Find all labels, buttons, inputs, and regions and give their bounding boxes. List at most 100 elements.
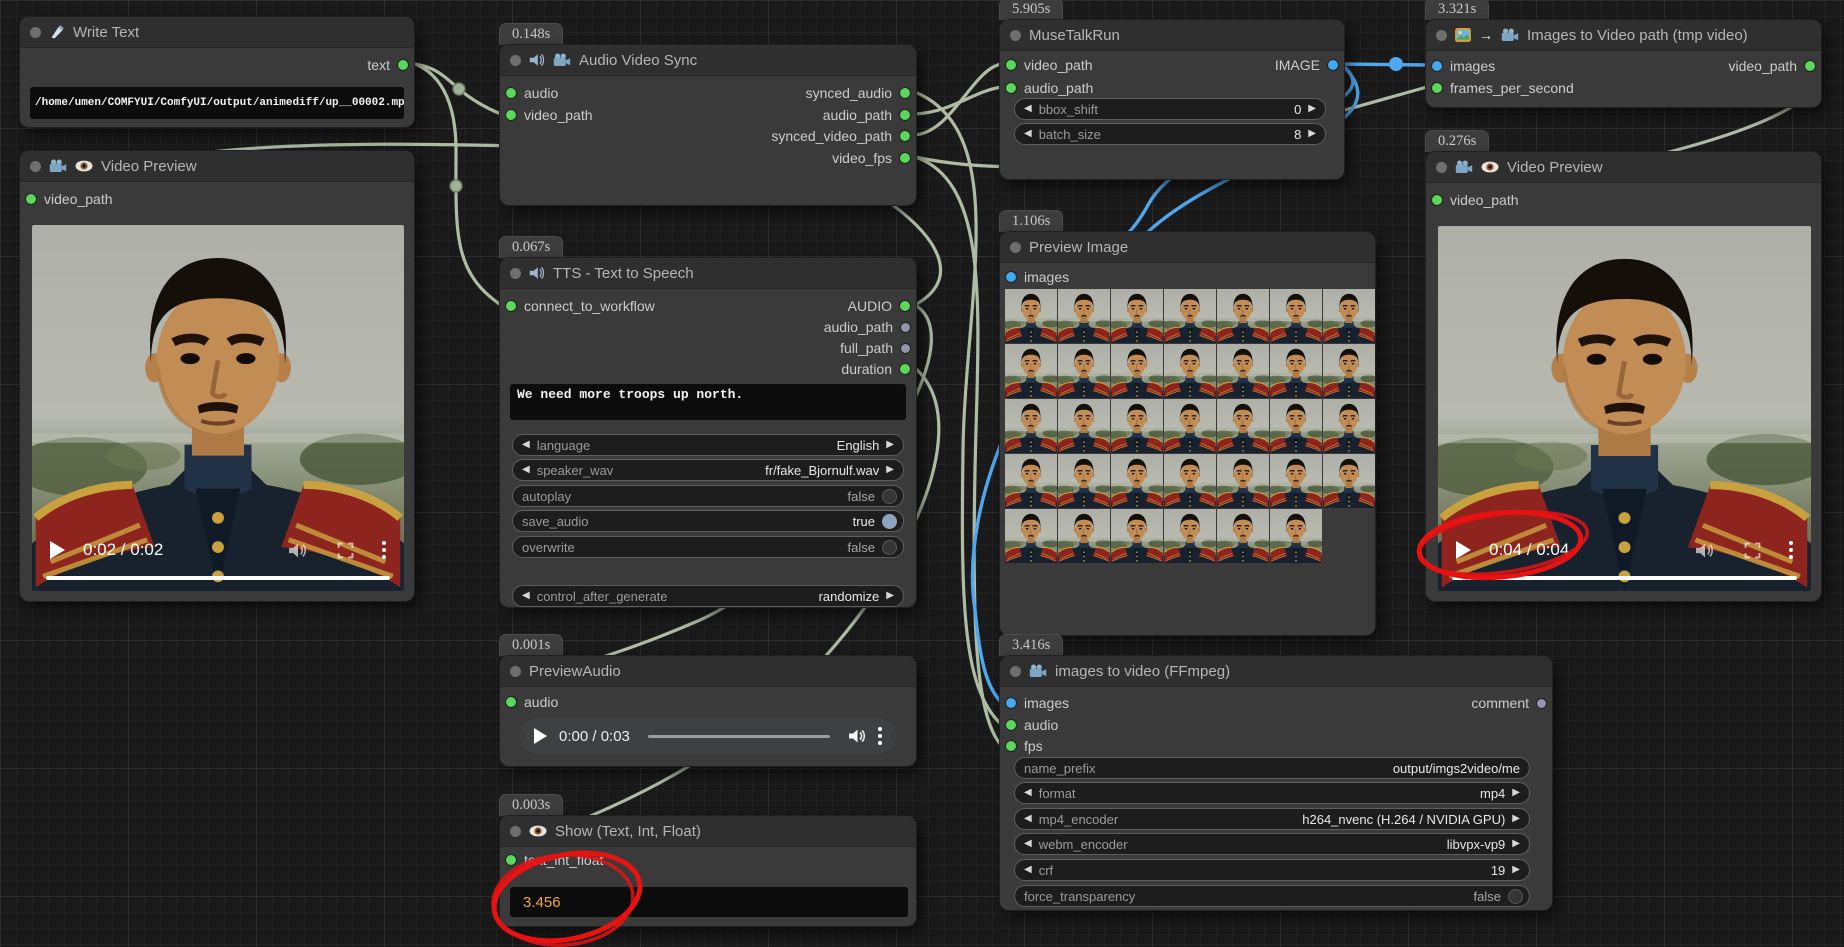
node-header[interactable]: → Images to Video path (tmp video) xyxy=(1426,20,1821,51)
node-write-text[interactable]: Write Text text /home/umen/COMFYUI/Comfy… xyxy=(19,16,415,128)
tts-text-widget[interactable]: We need more troops up north. xyxy=(510,384,906,420)
node-header[interactable]: Show (Text, Int, Float) xyxy=(500,816,916,847)
node-graph-canvas[interactable]: Write Text text /home/umen/COMFYUI/Comfy… xyxy=(0,0,1844,947)
node-video-preview-right[interactable]: Video Preview video_path 0:04 / 0:04 xyxy=(1425,151,1822,602)
video-player[interactable]: 0:04 / 0:04 xyxy=(1438,226,1811,591)
decrement-arrow-icon[interactable]: ◀ xyxy=(522,591,530,601)
toggle-off-icon[interactable] xyxy=(1508,889,1523,904)
widget-name-prefix[interactable]: name_prefix output/imgs2video/me xyxy=(1014,757,1530,779)
volume-icon[interactable] xyxy=(1695,542,1714,559)
output-slot-audio[interactable]: AUDIO xyxy=(848,296,910,316)
node-audio-video-sync[interactable]: Audio Video Sync audio video_path synced… xyxy=(499,44,917,206)
node-header[interactable]: images to video (FFmpeg) xyxy=(1000,656,1552,687)
input-dot[interactable] xyxy=(1006,60,1016,70)
collapse-dot[interactable] xyxy=(1010,30,1021,41)
node-header[interactable]: TTS - Text to Speech xyxy=(500,258,916,289)
input-slot-video-path[interactable]: video_path xyxy=(26,189,113,209)
output-dot[interactable] xyxy=(901,323,910,332)
text-widget[interactable]: /home/umen/COMFYUI/ComfyUI/output/animed… xyxy=(30,87,404,119)
input-slot-images[interactable]: images xyxy=(1432,56,1495,76)
input-dot[interactable] xyxy=(506,697,516,707)
increment-arrow-icon[interactable]: ▶ xyxy=(1512,839,1520,849)
widget-language[interactable]: ◀ language English ▶ xyxy=(512,434,904,456)
decrement-arrow-icon[interactable]: ◀ xyxy=(1024,104,1032,114)
widget-autoplay[interactable]: autoplay false xyxy=(512,485,904,507)
node-images-to-video-ffmpeg[interactable]: images to video (FFmpeg) images audio fp… xyxy=(999,655,1553,911)
input-dot[interactable] xyxy=(506,855,516,865)
input-dot[interactable] xyxy=(506,88,516,98)
output-slot-video-fps[interactable]: video_fps xyxy=(832,148,910,168)
node-header[interactable]: MuseTalkRun xyxy=(1000,20,1344,51)
decrement-arrow-icon[interactable]: ◀ xyxy=(1024,788,1032,798)
output-slot-full-path[interactable]: full_path xyxy=(840,338,910,358)
input-slot-frames-per-second[interactable]: frames_per_second xyxy=(1432,78,1574,98)
input-dot[interactable] xyxy=(1006,720,1016,730)
node-header[interactable]: Audio Video Sync xyxy=(500,45,916,76)
output-slot-video-path[interactable]: video_path xyxy=(1728,56,1815,76)
increment-arrow-icon[interactable]: ▶ xyxy=(886,465,894,475)
toggle-off-icon[interactable] xyxy=(882,540,897,555)
more-options-icon[interactable] xyxy=(382,541,386,559)
output-slot-duration[interactable]: duration xyxy=(841,359,910,379)
input-slot-video-path[interactable]: video_path xyxy=(506,105,593,125)
volume-icon[interactable] xyxy=(848,728,866,744)
input-slot-fps[interactable]: fps xyxy=(1006,736,1043,756)
input-slot-audio[interactable]: audio xyxy=(506,692,558,712)
increment-arrow-icon[interactable]: ▶ xyxy=(1512,814,1520,824)
output-dot[interactable] xyxy=(398,60,408,70)
decrement-arrow-icon[interactable]: ◀ xyxy=(522,440,530,450)
input-slot-connect-to-workflow[interactable]: connect_to_workflow xyxy=(506,296,655,316)
output-dot[interactable] xyxy=(900,110,910,120)
play-icon[interactable] xyxy=(50,541,65,559)
collapse-dot[interactable] xyxy=(510,666,521,677)
input-slot-audio[interactable]: audio xyxy=(1006,715,1058,735)
collapse-dot[interactable] xyxy=(30,161,41,172)
collapse-dot[interactable] xyxy=(30,27,41,38)
output-slot-synced-audio[interactable]: synced_audio xyxy=(806,83,910,103)
collapse-dot[interactable] xyxy=(510,826,521,837)
node-preview-image[interactable]: Preview Image images xyxy=(999,231,1376,636)
audio-player[interactable]: 0:00 / 0:03 xyxy=(520,718,896,754)
fullscreen-icon[interactable] xyxy=(337,542,354,559)
increment-arrow-icon[interactable]: ▶ xyxy=(886,591,894,601)
increment-arrow-icon[interactable]: ▶ xyxy=(886,440,894,450)
input-slot-images[interactable]: images xyxy=(1006,267,1069,287)
node-header[interactable]: Write Text xyxy=(20,17,414,48)
decrement-arrow-icon[interactable]: ◀ xyxy=(1024,814,1032,824)
widget-control-after-generate[interactable]: ◀ control_after_generate randomize ▶ xyxy=(512,585,904,607)
input-slot-video-path[interactable]: video_path xyxy=(1006,55,1093,75)
output-dot[interactable] xyxy=(1328,60,1338,70)
output-slot-audio-path[interactable]: audio_path xyxy=(824,317,910,337)
collapse-dot[interactable] xyxy=(1436,30,1447,41)
video-progress-bar[interactable] xyxy=(46,576,390,580)
node-tts[interactable]: TTS - Text to Speech connect_to_workflow… xyxy=(499,257,917,608)
fullscreen-icon[interactable] xyxy=(1744,542,1761,559)
output-slot-image[interactable]: IMAGE xyxy=(1275,55,1338,75)
play-icon[interactable] xyxy=(534,728,547,744)
node-show-text-int-float[interactable]: Show (Text, Int, Float) text_int_float 3… xyxy=(499,815,917,927)
input-slot-video-path[interactable]: video_path xyxy=(1432,190,1519,210)
increment-arrow-icon[interactable]: ▶ xyxy=(1308,129,1316,139)
toggle-off-icon[interactable] xyxy=(882,489,897,504)
output-dot[interactable] xyxy=(900,153,910,163)
collapse-dot[interactable] xyxy=(1010,666,1021,677)
input-slot-text-int-float[interactable]: text_int_float xyxy=(506,850,603,870)
node-images-to-video-path[interactable]: → Images to Video path (tmp video) image… xyxy=(1425,19,1822,108)
increment-arrow-icon[interactable]: ▶ xyxy=(1308,104,1316,114)
collapse-dot[interactable] xyxy=(510,268,521,279)
output-dot[interactable] xyxy=(900,301,910,311)
input-dot[interactable] xyxy=(26,194,36,204)
widget-overwrite[interactable]: overwrite false xyxy=(512,536,904,558)
input-dot[interactable] xyxy=(1006,83,1016,93)
input-slot-images[interactable]: images xyxy=(1006,693,1069,713)
more-options-icon[interactable] xyxy=(878,727,882,745)
collapse-dot[interactable] xyxy=(510,55,521,66)
input-slot-audio[interactable]: audio xyxy=(506,83,558,103)
input-dot[interactable] xyxy=(1432,83,1442,93)
output-dot[interactable] xyxy=(901,344,910,353)
widget-webm-encoder[interactable]: ◀ webm_encoder libvpx-vp9 ▶ xyxy=(1014,833,1530,855)
video-progress-bar[interactable] xyxy=(1452,576,1797,580)
widget-format[interactable]: ◀ format mp4 ▶ xyxy=(1014,782,1530,804)
output-dot[interactable] xyxy=(900,88,910,98)
output-dot[interactable] xyxy=(900,364,910,374)
